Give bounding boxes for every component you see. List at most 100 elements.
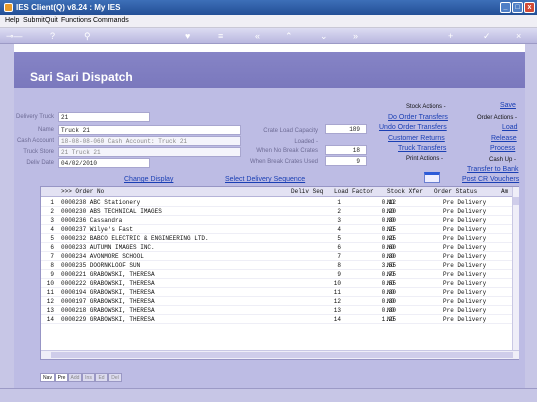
header-deliv-seq[interactable]: Deliv Seq bbox=[291, 187, 323, 197]
printer-icon[interactable] bbox=[424, 172, 440, 183]
stock-xfer-cell: NO bbox=[387, 208, 395, 215]
stock-xfer-cell: NO bbox=[387, 235, 395, 242]
truck-transfers-link[interactable]: Truck Transfers bbox=[398, 145, 446, 152]
stock-xfer-cell: NO bbox=[387, 280, 395, 287]
deliv-seq-cell: 8 bbox=[337, 262, 341, 269]
change-display-link[interactable]: Change Display bbox=[124, 176, 173, 183]
header-order-status[interactable]: Order Status bbox=[434, 187, 477, 197]
next-icon[interactable]: » bbox=[353, 31, 358, 41]
tab-nav[interactable]: Nav bbox=[40, 373, 55, 382]
first-icon[interactable]: ⌃ bbox=[285, 31, 293, 41]
crate-load-capacity-field[interactable]: 189 bbox=[325, 124, 367, 134]
vertical-scroll-thumb[interactable] bbox=[513, 197, 519, 205]
row-number-cell: 12 bbox=[46, 298, 54, 305]
table-row[interactable]: 13 0000218 GRABOWSKI, THERESA 13 0.30 NO Pre … bbox=[41, 306, 513, 315]
table-row[interactable]: 12 0000197 GRABOWSKI, THERESA 12 0.30 NO Pre … bbox=[41, 297, 513, 306]
row-number-cell: 1 bbox=[50, 199, 54, 206]
table-row[interactable]: 4 0000237 Wilye's Fast 4 0.25 NO Pre Delivery bbox=[41, 225, 513, 234]
table-row[interactable]: 11 0000194 GRABOWSKI, THERESA 11 0.30 NO Pre … bbox=[41, 288, 513, 297]
stock-xfer-cell: NO bbox=[387, 226, 395, 233]
horizontal-scrollbar[interactable] bbox=[41, 350, 519, 359]
help-icon[interactable]: ? bbox=[50, 31, 55, 41]
table-row[interactable]: 5 0000232 BABCO ELECTRIC & ENGINEERING LT… bbox=[41, 234, 513, 243]
row-number-cell: 7 bbox=[50, 253, 54, 260]
table-row[interactable]: 2 0000230 ABS TECHNICAL IMAGES 2 0.20 NO Pre … bbox=[41, 207, 513, 216]
row-number-cell: 4 bbox=[50, 226, 54, 233]
table-row[interactable]: 6 0000233 AUTUMN IMAGES INC. 6 0.60 NO Pre De… bbox=[41, 243, 513, 252]
table-row[interactable]: 10 0000222 GRABOWSKI, THERESA 10 0.55 NO Pre … bbox=[41, 279, 513, 288]
header-load-factor[interactable]: Load Factor bbox=[334, 187, 374, 197]
cash-up-label: Cash Up - bbox=[489, 157, 517, 163]
stock-xfer-cell: NO bbox=[387, 316, 395, 323]
load-link[interactable]: Load bbox=[502, 124, 518, 131]
table-row[interactable]: 3 0000236 Cassandra 3 0.30 NO Pre Delivery bbox=[41, 216, 513, 225]
table-row[interactable]: 8 0000235 DOORNKLOOF SUN 8 3.55 NO Pre Delive… bbox=[41, 261, 513, 270]
post-cr-vouchers-link[interactable]: Post CR Vouchers bbox=[462, 176, 519, 183]
close-window-button[interactable]: x bbox=[524, 2, 535, 13]
order-no-cell: 0000238 ABC Stationery bbox=[61, 199, 141, 206]
confirm-icon[interactable]: ✓ bbox=[483, 31, 491, 41]
row-number-cell: 2 bbox=[50, 208, 54, 215]
select-delivery-sequence-link[interactable]: Select Delivery Sequence bbox=[225, 176, 305, 183]
do-order-transfers-link[interactable]: Do Order Transfers bbox=[388, 114, 448, 121]
save-link[interactable]: Save bbox=[500, 102, 516, 109]
name-field[interactable]: Truck 21 bbox=[58, 125, 241, 135]
close-icon[interactable]: × bbox=[516, 31, 521, 41]
table-row[interactable]: 9 0000221 GRABOWSKI, THERESA 9 0.75 NO Pre De… bbox=[41, 270, 513, 279]
customer-returns-link[interactable]: Customer Returns bbox=[388, 135, 445, 142]
previous-icon[interactable]: « bbox=[255, 31, 260, 41]
favorite-icon[interactable]: ♥ bbox=[185, 31, 190, 41]
stock-xfer-cell: NO bbox=[387, 307, 395, 314]
deliv-seq-cell: 9 bbox=[337, 271, 341, 278]
order-no-cell: 0000194 GRABOWSKI, THERESA bbox=[61, 289, 155, 296]
menu-functions[interactable]: Functions bbox=[61, 17, 91, 24]
order-no-cell: 0000222 GRABOWSKI, THERESA bbox=[61, 280, 155, 287]
tab-add[interactable]: Add bbox=[68, 373, 82, 382]
header-stock-xfer[interactable]: Stock Xfer bbox=[387, 187, 423, 197]
deliv-seq-cell: 7 bbox=[337, 253, 341, 260]
add-icon[interactable]: + bbox=[448, 31, 453, 41]
tab-pre[interactable]: Pre bbox=[55, 373, 68, 382]
minimize-button[interactable]: _ bbox=[500, 2, 511, 13]
menu-quit[interactable]: Quit bbox=[45, 17, 58, 24]
deliv-seq-cell: 10 bbox=[333, 280, 341, 287]
menu-icon[interactable]: ≡ bbox=[218, 31, 223, 41]
tab-ed[interactable]: Ed bbox=[95, 373, 108, 382]
menu-submit[interactable]: Submit bbox=[23, 17, 45, 24]
when-break-field: 9 bbox=[325, 156, 367, 166]
stock-xfer-cell: NO bbox=[387, 298, 395, 305]
order-status-cell: Pre Delivery bbox=[443, 226, 487, 233]
release-link[interactable]: Release bbox=[491, 135, 517, 142]
menu-commands[interactable]: Commands bbox=[93, 17, 129, 24]
tab-ins[interactable]: Ins bbox=[82, 373, 95, 382]
screen-title: Sari Sari Dispatch bbox=[30, 70, 133, 84]
stock-xfer-cell: NO bbox=[387, 217, 395, 224]
cash-account-field: 18-08-08-060 Cash Account: Truck 21 bbox=[58, 136, 241, 146]
header-order-no[interactable]: >>> Order No bbox=[61, 187, 104, 197]
last-icon[interactable]: ⌄ bbox=[320, 31, 328, 41]
process-link[interactable]: Process bbox=[490, 145, 515, 152]
deliv-date-field[interactable]: 04/02/2010 bbox=[58, 158, 150, 168]
delivery-truck-field[interactable]: 21 bbox=[58, 112, 150, 122]
tab-del[interactable]: Del bbox=[108, 373, 122, 382]
truck-store-field: 21 Truck 21 bbox=[58, 147, 241, 157]
table-row[interactable]: 7 0000234 AVONMORE SCHOOL 7 0.30 NO Pre Deliv… bbox=[41, 252, 513, 261]
transfer-to-bank-link[interactable]: Transfer to Bank bbox=[467, 166, 519, 173]
maximize-button[interactable]: □ bbox=[512, 2, 523, 13]
undo-order-transfers-link[interactable]: Undo Order Transfers bbox=[379, 124, 447, 131]
deliv-seq-cell: 5 bbox=[337, 235, 341, 242]
order-no-cell: 0000234 AVONMORE SCHOOL bbox=[61, 253, 144, 260]
back-key-icon[interactable]: ⊸— bbox=[6, 31, 23, 41]
order-status-cell: Pre Delivery bbox=[443, 217, 487, 224]
table-row[interactable]: 1 0000238 ABC Stationery 1 0.12 NO Pre Delive… bbox=[41, 198, 513, 207]
header-amount[interactable]: Am bbox=[501, 187, 508, 197]
menu-help[interactable]: Help bbox=[5, 17, 19, 24]
search-icon[interactable]: ⚲ bbox=[84, 31, 91, 41]
grid-header: >>> Order No Deliv Seq Load Factor Stock… bbox=[41, 187, 513, 197]
vertical-scrollbar[interactable] bbox=[512, 187, 519, 350]
horizontal-scroll-thumb[interactable] bbox=[51, 352, 513, 358]
table-row[interactable]: 14 0000229 GRABOWSKI, THERESA 14 1.25 NO Pre … bbox=[41, 315, 513, 324]
orders-grid: >>> Order No Deliv Seq Load Factor Stock… bbox=[40, 186, 519, 360]
row-number-cell: 5 bbox=[50, 235, 54, 242]
deliv-seq-cell: 3 bbox=[337, 217, 341, 224]
